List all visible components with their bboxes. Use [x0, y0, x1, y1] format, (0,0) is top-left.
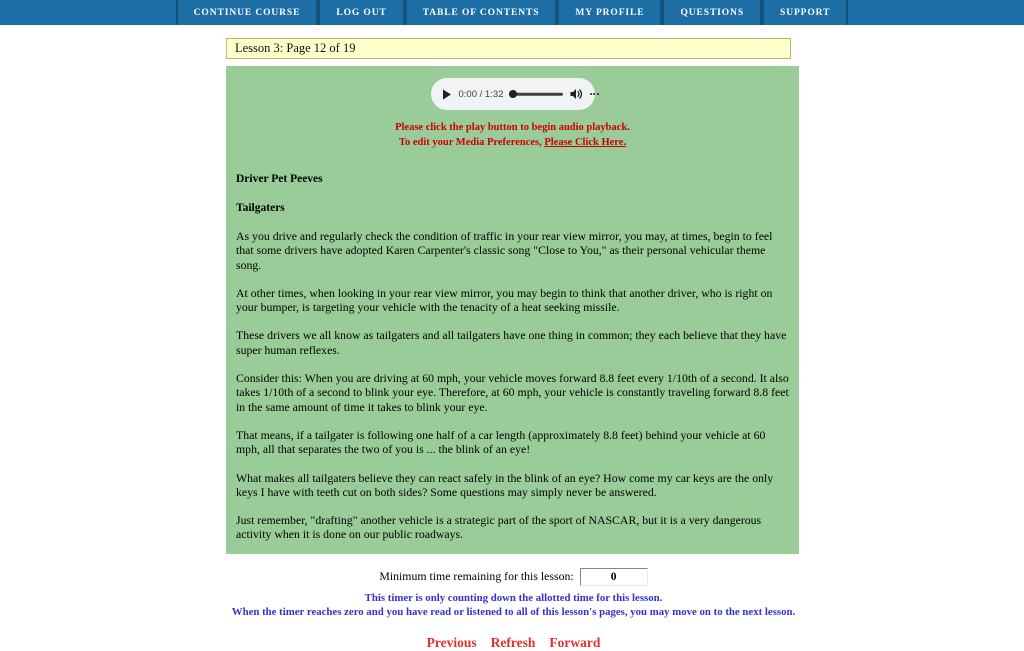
nav-label: CONTINUE COURSE [193, 7, 301, 18]
lesson-paragraph: What makes all tailgaters believe they c… [236, 470, 774, 499]
audio-time-display: 0:00 / 1:32 [458, 88, 504, 100]
lesson-subtitle: Tailgaters [236, 202, 285, 214]
lesson-paragraph: Consider this: When you are driving at 6… [236, 371, 789, 414]
media-preferences-link[interactable]: Please Click Here. [544, 137, 626, 148]
nav-item-my-profile[interactable]: MY PROFILE [557, 0, 663, 25]
bottom-navigation: Previous Refresh Forward [226, 635, 801, 651]
menu-dot [596, 93, 599, 95]
kebab-menu-icon[interactable] [589, 86, 599, 102]
audio-seek-slider[interactable] [509, 88, 564, 100]
playback-notice: Please click the play button to begin au… [233, 120, 792, 150]
lesson-paragraph: That means, if a tailgater is following … [236, 427, 766, 457]
lesson-content-panel: 0:00 / 1:32 Please click the play button… [226, 66, 799, 554]
nav-label: QUESTIONS [680, 7, 745, 18]
volume-icon[interactable] [569, 87, 583, 101]
lesson-paragraph: As you drive and regularly check the con… [236, 229, 773, 272]
seek-thumb[interactable] [509, 90, 518, 98]
nav-item-support[interactable]: SUPPORT [762, 0, 849, 25]
nav-label: SUPPORT [780, 7, 831, 18]
timer-note-line-1: This timer is only counting down the all… [364, 591, 663, 604]
timer-note: This timer is only counting down the all… [226, 591, 801, 619]
lesson-title: Driver Pet Peeves [236, 173, 323, 185]
menu-dot [593, 93, 596, 95]
previous-link[interactable]: Previous [427, 635, 477, 651]
nav-label: LOG OUT [336, 7, 387, 18]
lesson-paragraph: At other times, when looking in your rea… [236, 285, 773, 315]
top-navigation-bar: CONTINUE COURSE LOG OUT TABLE OF CONTENT… [0, 0, 1024, 25]
lesson-page-header: Lesson 3: Page 12 of 19 [226, 38, 791, 59]
lesson-text: Driver Pet Peeves Tailgaters As you driv… [233, 172, 792, 542]
lesson-paragraph: These drivers we all know as tailgaters … [236, 328, 787, 357]
lesson-paragraph: Just remember, "drafting" another vehicl… [236, 513, 762, 542]
page-body: Lesson 3: Page 12 of 19 0:00 / 1:32 Plea… [0, 38, 1024, 651]
playback-notice-line: Please click the play button to begin au… [395, 122, 630, 133]
media-preferences-text: To edit your Media Preferences, [398, 137, 545, 148]
lesson-page-label: Lesson 3: Page 12 of 19 [235, 41, 356, 55]
menu-dot [590, 93, 593, 95]
media-preferences-notice: To edit your Media Preferences, Please C… [233, 135, 792, 150]
nav-item-continue-course[interactable]: CONTINUE COURSE [175, 0, 319, 25]
play-icon[interactable] [440, 88, 453, 101]
timer-label: Minimum time remaining for this lesson: [379, 569, 574, 584]
seek-track [509, 92, 564, 96]
forward-link[interactable]: Forward [549, 635, 600, 651]
nav-label: TABLE OF CONTENTS [422, 7, 540, 18]
nav-item-questions[interactable]: QUESTIONS [662, 0, 763, 25]
nav-item-table-of-contents[interactable]: TABLE OF CONTENTS [404, 0, 558, 25]
refresh-link[interactable]: Refresh [491, 635, 536, 651]
nav-item-log-out[interactable]: LOG OUT [318, 0, 405, 25]
timer-input[interactable] [579, 567, 648, 586]
content-column: Lesson 3: Page 12 of 19 0:00 / 1:32 Plea… [226, 38, 801, 651]
nav-label: MY PROFILE [575, 7, 645, 18]
audio-player[interactable]: 0:00 / 1:32 [430, 78, 599, 110]
timer-row: Minimum time remaining for this lesson: [226, 567, 801, 586]
audio-player-row: 0:00 / 1:32 [233, 78, 792, 110]
timer-note-line-2: When the timer reaches zero and you have… [231, 605, 796, 618]
